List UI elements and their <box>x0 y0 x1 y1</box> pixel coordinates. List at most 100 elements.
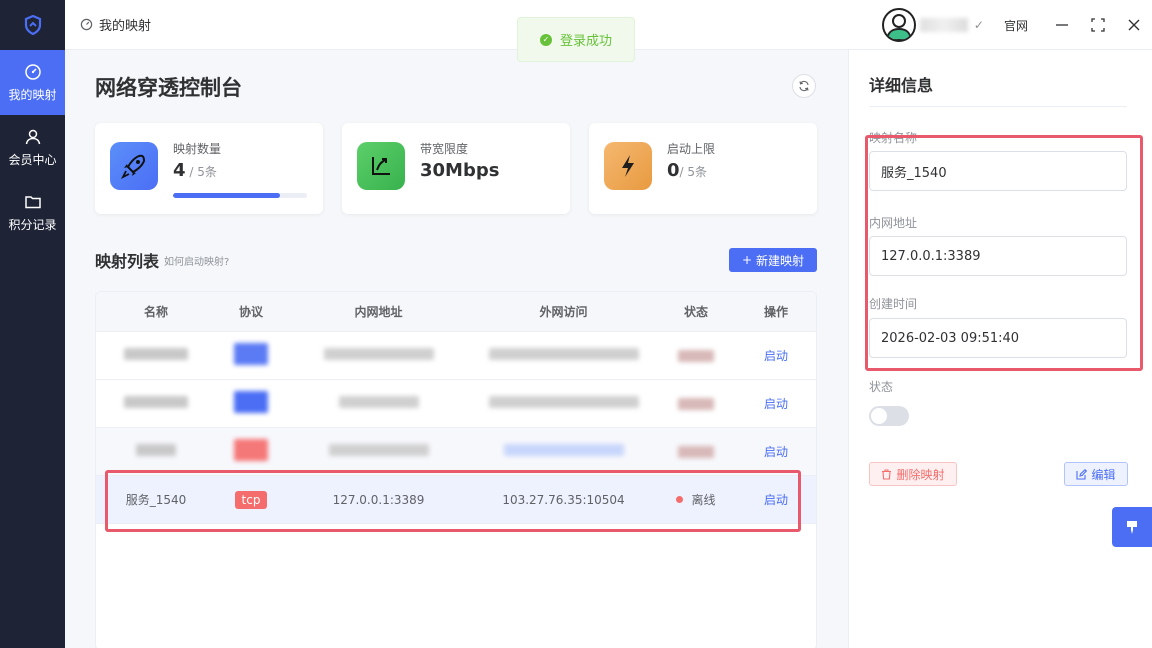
success-check-icon: ✓ <box>539 33 552 46</box>
table-row[interactable]: 启动 <box>96 428 816 476</box>
how-to-start-link[interactable]: 如何启动映射? <box>164 253 229 268</box>
start-button[interactable]: 启动 <box>736 347 816 364</box>
dashboard-icon <box>80 18 93 31</box>
header-remote: 外网访问 <box>539 305 588 319</box>
checkmark-icon[interactable]: ✓ <box>974 18 984 32</box>
stat-card-bandwidth: 带宽限度 30Mbps <box>342 123 570 214</box>
cell-status: 离线 <box>656 491 736 508</box>
shield-logo-icon <box>24 15 41 35</box>
table-row[interactable]: 启动 <box>96 380 816 428</box>
cell-protocol-blurred <box>216 391 286 416</box>
stat-value: 30Mbps <box>420 160 500 181</box>
mapping-name-field[interactable]: 服务_1540 <box>869 151 1127 191</box>
refresh-button[interactable] <box>792 74 816 98</box>
cell-name-blurred <box>96 348 216 363</box>
floating-side-button[interactable] <box>1112 507 1152 547</box>
stat-value: 4 / 5条 <box>173 160 217 181</box>
plus-icon: + <box>741 253 753 267</box>
trash-icon <box>882 468 892 480</box>
delete-mapping-button[interactable]: 删除映射 <box>869 462 957 486</box>
close-icon <box>1128 19 1140 31</box>
status-offline-dot <box>676 496 684 503</box>
sidebar-item-label: 会员中心 <box>8 152 57 167</box>
toast-message: 登录成功 <box>559 34 612 49</box>
divider <box>869 106 1127 107</box>
sidebar-item-my-mappings[interactable]: 我的映射 <box>0 50 65 115</box>
table-row[interactable]: 启动 <box>96 332 816 380</box>
rocket-icon <box>110 142 158 190</box>
page-title: 网络穿透控制台 <box>95 76 242 100</box>
edit-icon <box>1076 468 1088 480</box>
mapping-list-title: 映射列表 <box>95 252 160 271</box>
minimize-button[interactable] <box>1044 7 1080 43</box>
cell-name-blurred <box>96 444 216 459</box>
maximize-icon <box>1091 18 1105 32</box>
table-row-selected[interactable]: 服务_1540 tcp 127.0.0.1:3389 103.27.76.35:… <box>96 476 816 524</box>
created-time-field[interactable]: 2026-02-03 09:51:40 <box>869 318 1127 358</box>
avatar[interactable] <box>881 8 916 42</box>
protocol-tag: tcp <box>234 490 268 509</box>
user-avatar-icon <box>885 14 912 40</box>
login-success-toast: ✓ 登录成功 <box>517 17 635 62</box>
cell-remote: 103.27.76.35:10504 <box>502 492 625 507</box>
start-button[interactable]: 启动 <box>736 491 816 508</box>
user-icon <box>25 129 40 144</box>
mapping-name-label: 映射名称 <box>869 131 918 145</box>
cell-remote-blurred <box>471 444 656 459</box>
stat-label: 启动上限 <box>667 142 716 156</box>
stat-card-mapping-count: 映射数量 4 / 5条 <box>95 123 323 214</box>
cell-protocol: tcp <box>216 490 286 509</box>
minimize-icon <box>1056 24 1068 26</box>
title-actions: ✓ 官网 <box>881 0 1152 50</box>
app-logo <box>0 0 65 50</box>
cell-local-blurred <box>286 444 471 459</box>
sidebar: 我的映射 会员中心 积分记录 <box>0 0 65 648</box>
stat-label: 映射数量 <box>173 142 222 156</box>
cell-status-blurred <box>656 397 736 410</box>
sidebar-item-points-record[interactable]: 积分记录 <box>0 180 65 245</box>
cell-local-blurred <box>286 348 471 363</box>
breadcrumb-label: 我的映射 <box>99 19 152 34</box>
local-address-label: 内网地址 <box>869 216 918 230</box>
start-button[interactable]: 启动 <box>736 443 816 460</box>
stat-card-start-limit: 启动上限 0/ 5条 <box>589 123 817 214</box>
detail-panel: 详细信息 映射名称 服务_1540 内网地址 127.0.0.1:3389 创建… <box>848 50 1152 648</box>
maximize-button[interactable] <box>1080 7 1116 43</box>
cell-protocol-blurred <box>216 439 286 464</box>
mapping-table: 名称 协议 内网地址 外网访问 状态 操作 启动 启动 启动 服务_1540 t… <box>95 291 817 648</box>
edit-button[interactable]: 编辑 <box>1064 462 1128 486</box>
close-button[interactable] <box>1116 7 1152 43</box>
breadcrumb: 我的映射 <box>80 15 151 34</box>
table-header: 名称 协议 内网地址 外网访问 状态 操作 <box>96 292 816 332</box>
lightning-icon <box>604 142 652 190</box>
cell-remote-blurred <box>471 396 656 411</box>
header-action: 操作 <box>763 305 788 319</box>
local-address-field[interactable]: 127.0.0.1:3389 <box>869 236 1127 276</box>
cell-protocol-blurred <box>216 343 286 368</box>
start-button[interactable]: 启动 <box>736 395 816 412</box>
stat-value: 0/ 5条 <box>667 160 708 181</box>
progress-fill <box>173 193 281 198</box>
header-name: 名称 <box>143 305 168 319</box>
header-local: 内网地址 <box>354 305 403 319</box>
created-time-label: 创建时间 <box>869 297 918 311</box>
status-toggle[interactable] <box>869 406 909 426</box>
header-protocol: 协议 <box>238 305 263 319</box>
official-site-link[interactable]: 官网 <box>1004 17 1028 34</box>
cell-status-blurred <box>656 445 736 458</box>
cell-name-blurred <box>96 396 216 411</box>
sidebar-item-member-center[interactable]: 会员中心 <box>0 115 65 180</box>
status-label: 状态 <box>869 380 894 394</box>
main-content: 网络穿透控制台 映射数量 4 / 5条 带宽限度 30Mbps 启动上限 0/ … <box>65 50 848 648</box>
cell-status-blurred <box>656 349 736 362</box>
toggle-knob <box>871 408 887 424</box>
stat-label: 带宽限度 <box>420 142 469 156</box>
sidebar-item-label: 我的映射 <box>8 87 57 102</box>
chart-trend-icon <box>357 142 405 190</box>
detail-title: 详细信息 <box>869 76 934 95</box>
sidebar-item-label: 积分记录 <box>8 217 57 232</box>
folder-icon <box>24 195 41 208</box>
mapping-usage-progress <box>173 193 307 198</box>
new-mapping-button[interactable]: + 新建映射 <box>729 248 817 272</box>
pin-icon <box>1127 521 1137 534</box>
